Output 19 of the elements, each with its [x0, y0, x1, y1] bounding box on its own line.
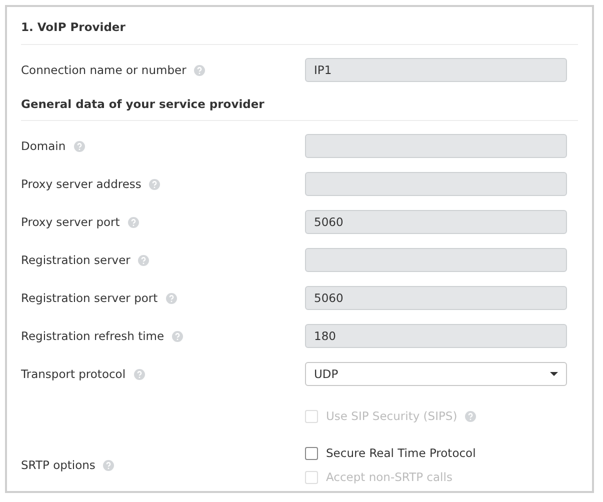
- field-label: Registration server: [21, 253, 130, 267]
- help-icon[interactable]: [134, 368, 145, 380]
- field-label: Domain: [21, 139, 66, 153]
- field-label: Transport protocol: [21, 367, 126, 381]
- field-label: Proxy server port: [21, 215, 120, 229]
- section-title: 1. VoIP Provider: [21, 15, 578, 45]
- field-label: Registration server port: [21, 291, 158, 305]
- subsection-heading: General data of your service provider: [21, 89, 578, 121]
- field-label: Connection name or number: [21, 63, 186, 77]
- checkbox-label: Secure Real Time Protocol: [326, 446, 476, 460]
- field-label: Registration refresh time: [21, 329, 164, 343]
- field-label: Proxy server address: [21, 177, 142, 191]
- checkbox-label: Accept non-SRTP calls: [326, 470, 452, 484]
- field-label: SRTP options: [21, 458, 96, 472]
- help-icon[interactable]: [103, 460, 114, 470]
- caret-icon: [550, 372, 558, 376]
- checkbox-label: Use SIP Security (SIPS): [326, 409, 458, 423]
- checkbox[interactable]: [305, 446, 318, 460]
- dropdown[interactable]: UDP: [305, 362, 567, 386]
